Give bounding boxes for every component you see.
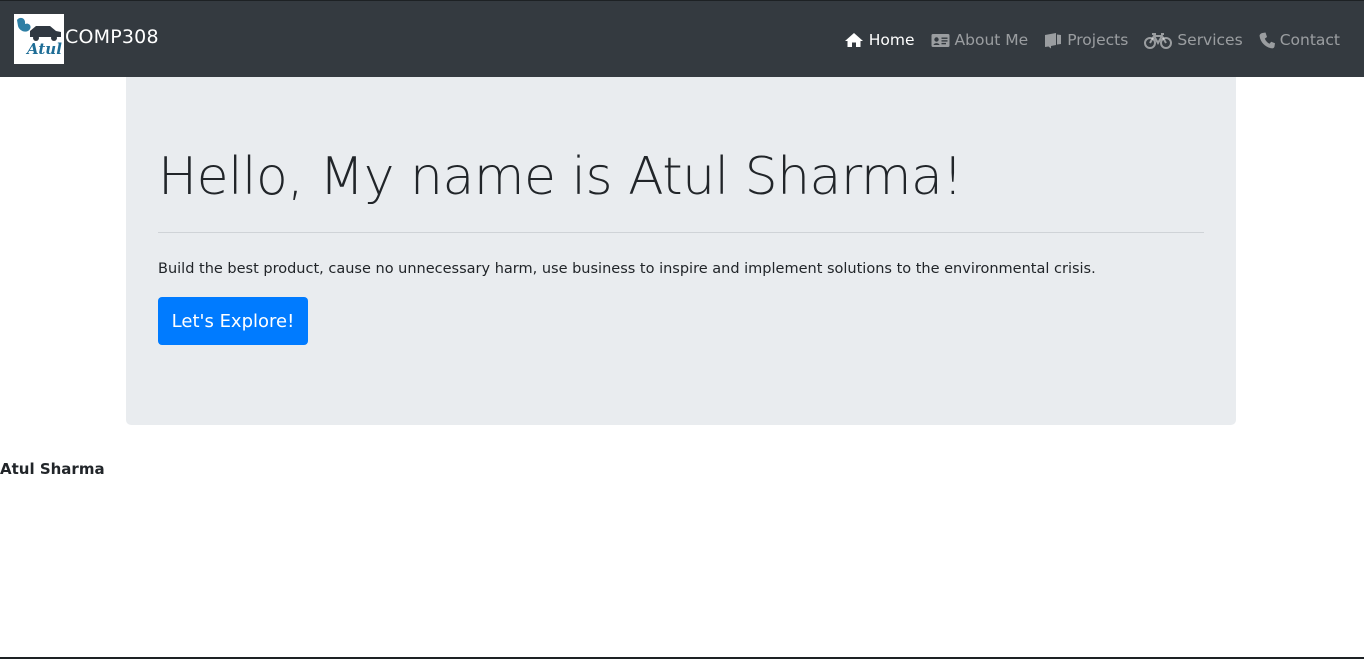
hero-jumbotron: Hello, My name is Atul Sharma! Build the… bbox=[126, 77, 1236, 425]
id-card-icon bbox=[931, 33, 950, 47]
logo-text: Atul bbox=[27, 40, 62, 58]
navbar: Atul COMP308 Home About Me Projects Serv… bbox=[0, 0, 1364, 77]
hero-divider bbox=[158, 232, 1204, 233]
nav-about-label: About Me bbox=[954, 31, 1029, 49]
hero-heading: Hello, My name is Atul Sharma! bbox=[158, 147, 963, 207]
explore-button[interactable]: Let's Explore! bbox=[158, 297, 308, 345]
nav-services[interactable]: Services bbox=[1144, 29, 1243, 51]
brand-logo[interactable]: Atul bbox=[14, 14, 64, 64]
phone-icon bbox=[1259, 32, 1275, 48]
nav-home[interactable]: Home bbox=[844, 29, 915, 51]
navbar-brand[interactable]: Atul COMP308 bbox=[14, 14, 159, 64]
hero-lead: Build the best product, cause no unneces… bbox=[158, 261, 1096, 277]
brand-name[interactable]: COMP308 bbox=[65, 25, 159, 49]
projects-icon bbox=[1045, 32, 1062, 48]
nav-home-label: Home bbox=[868, 31, 915, 49]
nav-projects[interactable]: Projects bbox=[1044, 29, 1128, 51]
nav-contact[interactable]: Contact bbox=[1259, 29, 1340, 51]
nav-services-label: Services bbox=[1177, 31, 1243, 49]
nav-contact-label: Contact bbox=[1279, 31, 1340, 49]
bicycle-icon bbox=[1144, 32, 1173, 49]
footer-author: Atul Sharma bbox=[0, 460, 105, 478]
nav-projects-label: Projects bbox=[1067, 31, 1129, 49]
nav-about-me[interactable]: About Me bbox=[931, 29, 1029, 51]
home-icon bbox=[844, 33, 863, 47]
main-nav: Home About Me Projects Services Contact bbox=[828, 29, 1340, 51]
